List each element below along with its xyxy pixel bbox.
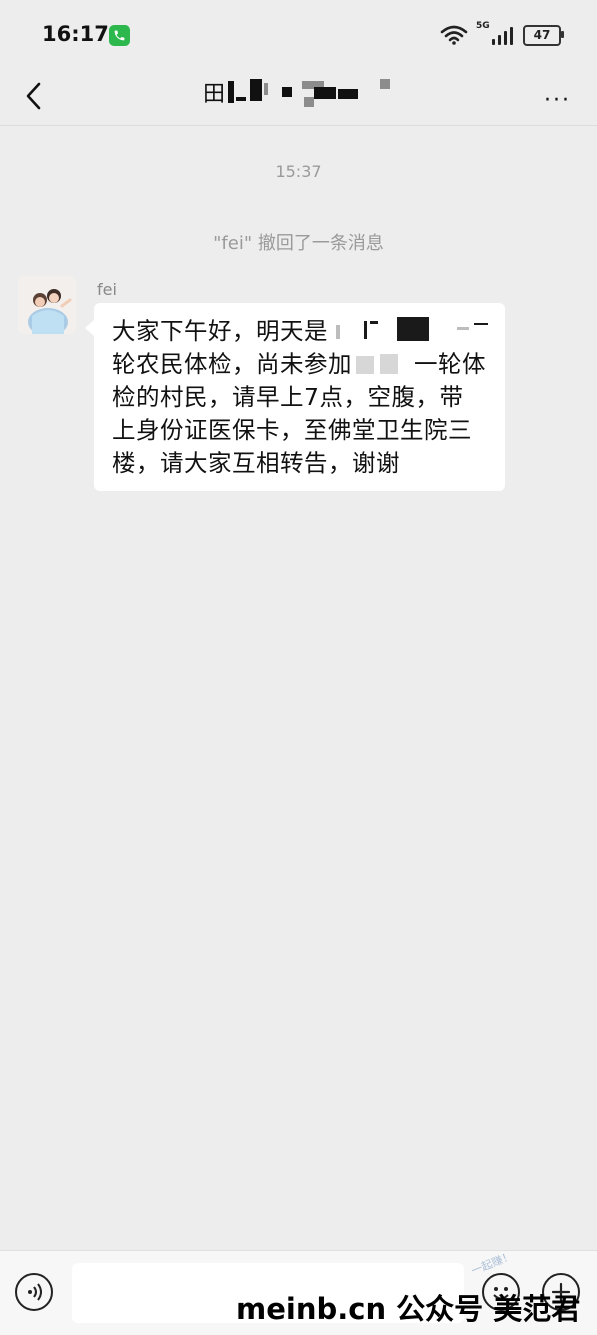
- message-line: 大家下午好，明天是: [112, 315, 488, 348]
- chevron-left-icon[interactable]: [22, 76, 46, 116]
- message-timestamp: 15:37: [275, 162, 322, 181]
- network-label: 5G: [476, 21, 490, 31]
- more-dots-icon[interactable]: ···: [544, 88, 571, 113]
- chat-title: 田: [203, 82, 226, 107]
- battery-icon: 47: [523, 24, 564, 46]
- voice-icon[interactable]: [15, 1273, 53, 1311]
- status-time: 16:17: [42, 22, 109, 46]
- message-line: 检的村民，请早上7点，空腹，带: [112, 383, 464, 411]
- message-text: 大家下午好，明天是 轮农民体检，尚未参加 一轮体 检的村民，请早上7点，空腹，带…: [112, 315, 488, 480]
- message-line: 轮农民体检，尚未参加 一轮体: [112, 350, 486, 378]
- signal-icon: 5G: [476, 21, 513, 45]
- avatar[interactable]: [18, 276, 76, 334]
- status-icons: 5G 47: [440, 21, 564, 48]
- header-divider: [0, 125, 597, 126]
- message-line: 上身份证医保卡，至佛堂卫生院三: [112, 416, 472, 444]
- battery-level: 47: [533, 28, 551, 42]
- message-bubble[interactable]: 大家下午好，明天是 轮农民体检，尚未参加 一轮体 检的村民，请早上7点，空腹，带…: [85, 303, 505, 491]
- recall-notice: "fei" 撤回了一条消息: [213, 233, 384, 254]
- title-redaction: [228, 79, 393, 109]
- avatar-image: [18, 276, 76, 334]
- message-line: 楼，请大家互相转告，谢谢: [112, 449, 400, 477]
- phone-call-icon: [109, 25, 130, 46]
- watermark-text: meinb.cn 公众号 美范君: [236, 1292, 581, 1326]
- sender-name: fei: [97, 280, 117, 299]
- wifi-icon: [440, 25, 468, 45]
- status-bar: 16:17 5G 47: [0, 0, 597, 70]
- chat-header: 田 ···: [0, 70, 597, 126]
